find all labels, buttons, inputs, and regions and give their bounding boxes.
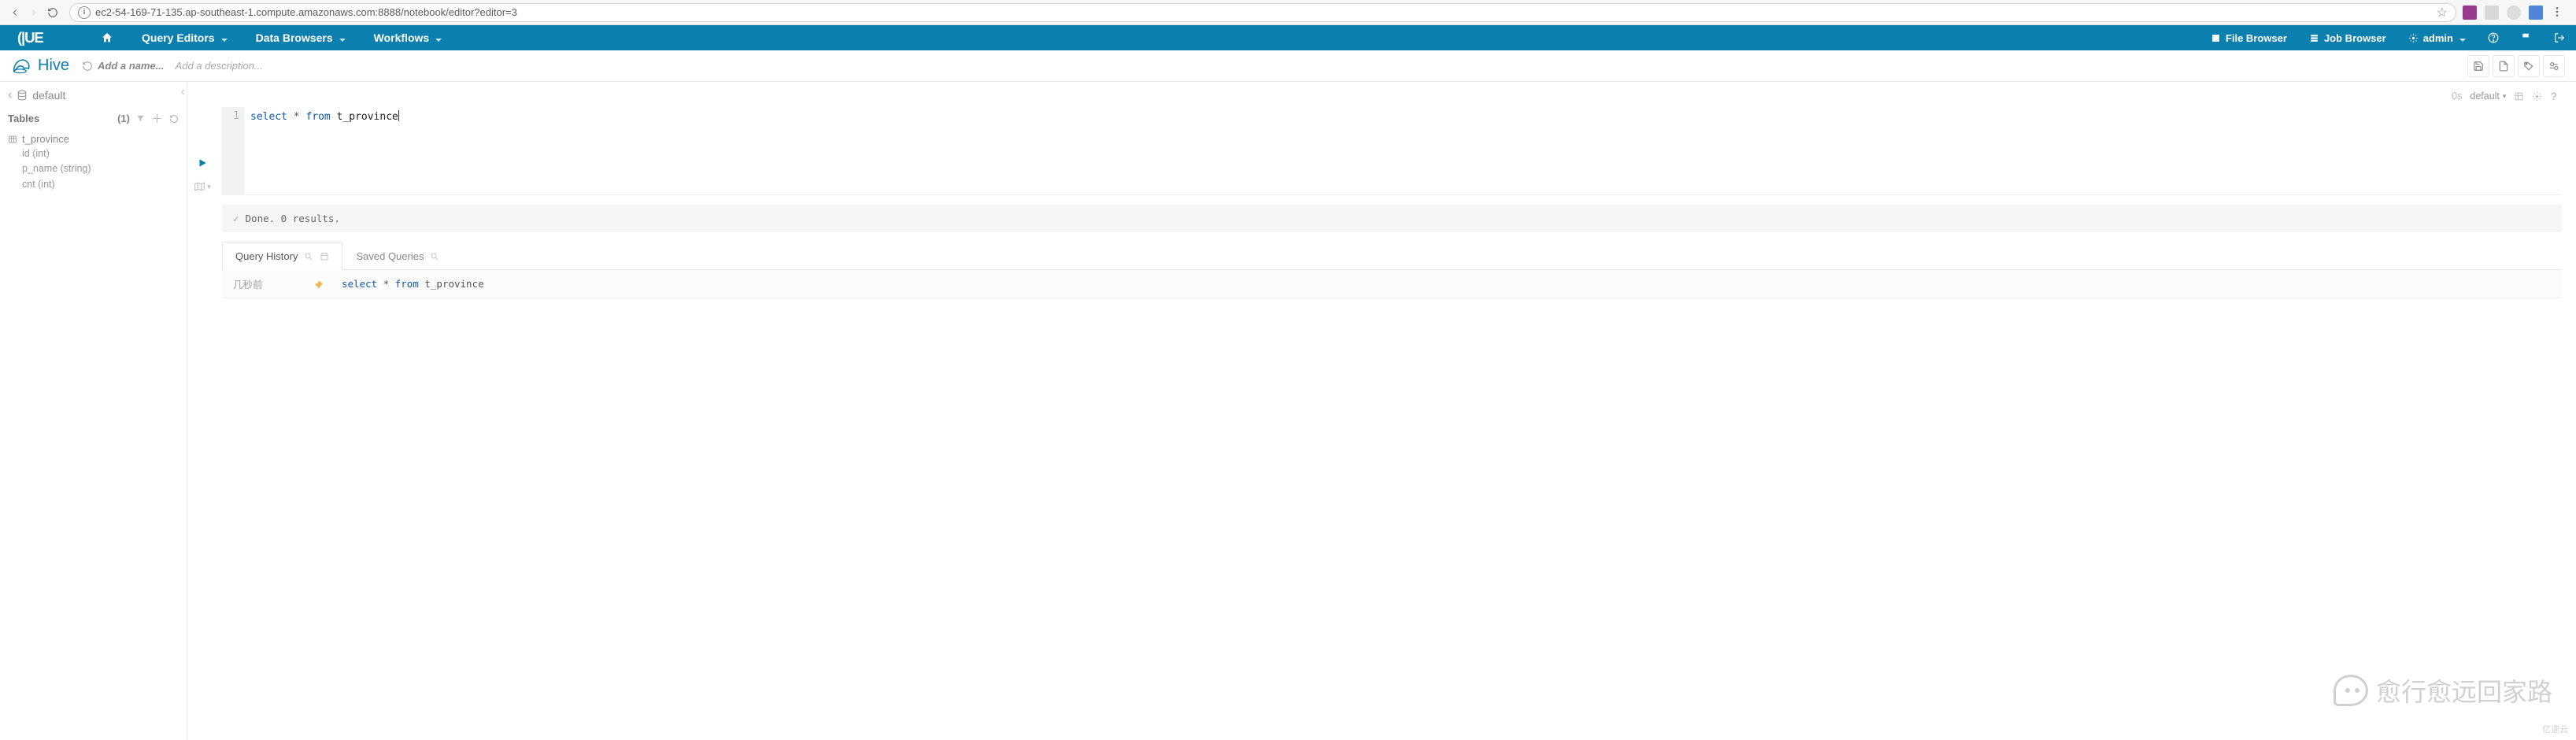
tags-button[interactable] (2518, 55, 2540, 77)
new-button[interactable] (2493, 55, 2515, 77)
menu-data-browsers-label: Data Browsers (256, 31, 333, 44)
editor-sub-header: Hive Add a name... Add a description... (0, 50, 2576, 82)
clear-history-icon[interactable] (320, 252, 329, 261)
tables-count: (1) (117, 113, 130, 124)
caret-down-icon: ▾ (2503, 92, 2507, 101)
flag-icon[interactable] (2510, 32, 2543, 43)
result-status-bar: ✓ Done. 0 results. (222, 205, 2562, 232)
database-name: default (32, 89, 65, 102)
menu-query-editors[interactable]: Query Editors (128, 25, 242, 50)
table-icon (8, 135, 17, 144)
snippet-settings-button[interactable] (2532, 91, 2542, 102)
tab-query-history[interactable]: Query History (222, 242, 342, 270)
line-number-gutter: 1 (222, 107, 244, 194)
browser-url-bar[interactable]: i ec2-54-169-71-135.ap-southeast-1.compu… (69, 3, 2456, 22)
extension-2-icon[interactable] (2485, 6, 2499, 20)
browser-back-button[interactable] (6, 4, 24, 21)
table-item[interactable]: t_province (8, 131, 179, 146)
search-icon[interactable] (430, 252, 439, 261)
explain-button[interactable]: ▾ (194, 181, 211, 192)
save-button[interactable] (2467, 55, 2489, 77)
tab-saved-queries[interactable]: Saved Queries (342, 242, 453, 270)
check-icon: ✓ (233, 213, 239, 224)
format-button[interactable] (2514, 91, 2524, 102)
pin-icon[interactable] (313, 279, 324, 289)
database-dropdown[interactable]: default ▾ (2470, 91, 2506, 102)
browser-chrome: i ec2-54-169-71-135.ap-southeast-1.compu… (0, 0, 2576, 25)
sql-text: select * from t_province (244, 107, 405, 194)
collapse-panel-button[interactable]: ‹ (181, 85, 185, 99)
column-item[interactable]: p_name (string) (8, 161, 179, 176)
database-icon (17, 90, 28, 101)
table-name: t_province (22, 133, 69, 145)
hue-logo[interactable]: (|UE (0, 29, 87, 46)
back-chevron-icon: ‹ (8, 88, 12, 102)
engine-badge[interactable]: Hive (11, 57, 69, 75)
browser-reload-button[interactable] (44, 4, 61, 21)
result-status-text: Done. 0 results. (246, 213, 340, 224)
add-icon[interactable]: ＋ (151, 110, 163, 127)
chevron-down-icon (434, 31, 442, 44)
sql-editor[interactable]: 1 select * from t_province (222, 107, 2562, 195)
help-icon[interactable] (2477, 32, 2510, 43)
column-item[interactable]: id (int) (8, 146, 179, 161)
chevron-down-icon (2458, 32, 2466, 44)
extension-3-icon[interactable] (2507, 6, 2521, 20)
column-item[interactable]: cnt (int) (8, 177, 179, 192)
hive-icon (11, 57, 31, 75)
left-assist-panel: ‹ ‹ default Tables (1) ＋ t_province id (… (0, 82, 187, 740)
elapsed-time: 0s (2452, 91, 2462, 102)
svg-text:(|UE: (|UE (17, 29, 43, 46)
settings-button[interactable] (2543, 55, 2565, 77)
history-sql: select * from t_province (342, 278, 484, 290)
menu-workflows-label: Workflows (374, 31, 430, 44)
menu-workflows[interactable]: Workflows (360, 25, 457, 50)
extension-1-icon[interactable] (2463, 6, 2477, 20)
engine-label: Hive (38, 57, 69, 75)
execute-button[interactable] (197, 157, 208, 168)
footer-brand: 亿速云 (2542, 723, 2568, 735)
tables-heading: Tables (8, 113, 39, 124)
notebook-desc-input[interactable]: Add a description... (176, 60, 263, 72)
lower-tabs: Query History Saved Queries (222, 242, 2562, 270)
job-browser-link[interactable]: Job Browser (2298, 32, 2397, 44)
search-icon[interactable] (304, 252, 313, 261)
database-selector[interactable]: ‹ default (8, 85, 179, 105)
url-text: ec2-54-169-71-135.ap-southeast-1.compute… (95, 6, 517, 18)
extension-4-icon[interactable] (2529, 6, 2543, 20)
refresh-icon[interactable] (169, 114, 179, 124)
bookmark-star-icon[interactable]: ☆ (2437, 5, 2448, 20)
file-browser-link[interactable]: File Browser (2200, 32, 2298, 44)
info-icon: i (78, 6, 91, 19)
history-icon (82, 61, 93, 72)
browser-forward-button[interactable] (25, 4, 43, 21)
logout-icon[interactable] (2543, 32, 2576, 43)
menu-data-browsers[interactable]: Data Browsers (242, 25, 360, 50)
history-time: 几秒前 (233, 276, 296, 291)
filter-icon[interactable] (136, 114, 145, 123)
admin-menu[interactable]: admin (2397, 32, 2477, 44)
snippet-help-button[interactable]: ? (2550, 90, 2557, 102)
notebook-name-input[interactable]: Add a name... (82, 60, 165, 72)
chevron-down-icon (338, 31, 346, 44)
browser-menu-icon[interactable] (2551, 6, 2565, 20)
app-top-bar: (|UE Query Editors Data Browsers Workflo… (0, 25, 2576, 50)
history-entry[interactable]: 几秒前 select * from t_province (222, 270, 2562, 298)
browser-extension-icons (2463, 6, 2570, 20)
chevron-down-icon (220, 31, 228, 44)
editor-area: ▾ 0s default ▾ ? 1 select * from t_provi… (187, 82, 2576, 740)
home-icon[interactable] (87, 31, 128, 44)
menu-query-editors-label: Query Editors (142, 31, 215, 44)
